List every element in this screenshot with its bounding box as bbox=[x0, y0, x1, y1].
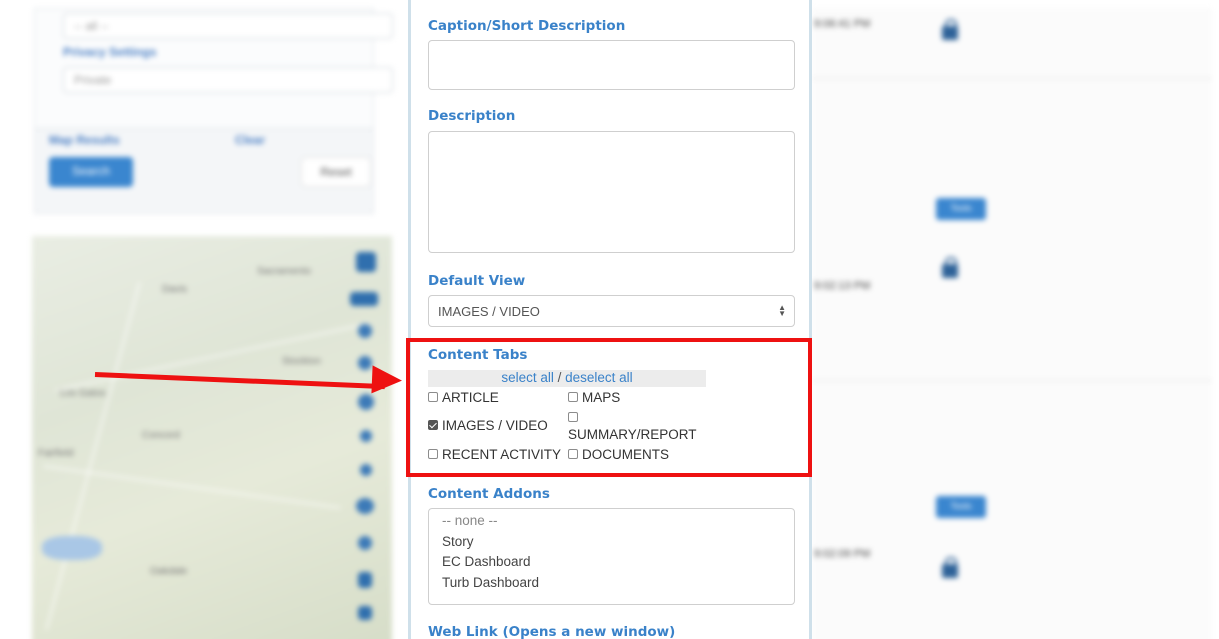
content-addons-listbox[interactable]: -- none -- Story EC Dashboard Turb Dashb… bbox=[428, 508, 795, 605]
annotation-arrow-head-icon bbox=[371, 365, 403, 395]
map-view[interactable]: Sacramento Davis Los Gatos Fairfield Con… bbox=[32, 236, 392, 639]
result-time: 9:06:41 PM bbox=[814, 18, 871, 30]
search-filter-panel: -- all -- Privacy Settings Private Map R… bbox=[34, 8, 393, 214]
map-road bbox=[43, 465, 341, 509]
cloud-icon[interactable] bbox=[356, 498, 374, 514]
trash-icon[interactable] bbox=[358, 572, 372, 588]
caption-label: Caption/Short Description bbox=[428, 18, 626, 34]
lock-icon bbox=[942, 19, 958, 40]
map-lake bbox=[42, 536, 102, 560]
listbox-option[interactable]: -- none -- bbox=[442, 513, 781, 534]
power-icon[interactable] bbox=[358, 536, 372, 550]
listbox-option[interactable]: Story bbox=[442, 534, 781, 555]
map-town-label: Fairfield bbox=[38, 448, 74, 459]
lock-icon bbox=[942, 257, 958, 278]
edit-content-form: Caption/Short Description Description De… bbox=[408, 0, 812, 639]
tools-badge[interactable]: Tools bbox=[936, 496, 986, 518]
default-view-label: Default View bbox=[428, 273, 526, 289]
content-addons-label: Content Addons bbox=[428, 486, 550, 502]
map-town-label: Sacramento bbox=[257, 266, 311, 277]
draw-line-icon[interactable] bbox=[360, 430, 372, 442]
privacy-select[interactable]: Private bbox=[63, 67, 393, 93]
map-results-label: Map Results bbox=[49, 133, 120, 147]
divider bbox=[812, 380, 1212, 381]
map-town-label: Concord bbox=[142, 430, 180, 441]
reset-button[interactable]: Reset bbox=[301, 157, 371, 187]
search-button[interactable]: Search bbox=[49, 157, 133, 187]
content-tabs-highlight-box bbox=[406, 338, 812, 477]
map-town-label: Stockton bbox=[282, 356, 321, 367]
map-town-label: Los Gatos bbox=[60, 388, 106, 399]
description-textarea[interactable] bbox=[428, 131, 795, 253]
results-list: 9:06:41 PM Tools 9:02:13 PM Tools 9:02:0… bbox=[812, 8, 1212, 639]
result-time: 9:02:09 PM bbox=[814, 548, 871, 560]
listbox-option[interactable]: Turb Dashboard bbox=[442, 575, 781, 596]
layer-toggle-icon[interactable] bbox=[350, 292, 378, 306]
zoom-in-icon[interactable] bbox=[358, 356, 372, 370]
map-town-label: Oakdale bbox=[150, 566, 188, 577]
privacy-settings-label: Privacy Settings bbox=[63, 45, 157, 59]
default-view-value: IMAGES / VIDEO bbox=[438, 304, 540, 319]
web-link-label: Web Link (Opens a new window) bbox=[428, 624, 676, 639]
pointer-icon[interactable] bbox=[358, 324, 372, 338]
clear-link[interactable]: Clear bbox=[235, 133, 265, 147]
close-icon[interactable] bbox=[358, 606, 372, 620]
filter-select[interactable]: -- all -- bbox=[63, 13, 393, 39]
divider bbox=[812, 78, 1212, 79]
caption-textarea[interactable] bbox=[428, 40, 795, 90]
map-results-checkbox[interactable]: Map Results bbox=[49, 133, 120, 147]
description-label: Description bbox=[428, 108, 516, 124]
listbox-option[interactable]: EC Dashboard bbox=[442, 554, 781, 575]
default-view-select[interactable]: IMAGES / VIDEO ▲ ▼ bbox=[428, 295, 795, 327]
select-arrows-icon: ▲ ▼ bbox=[778, 303, 786, 318]
pencil-icon[interactable] bbox=[360, 464, 372, 476]
result-time: 9:02:13 PM bbox=[814, 280, 871, 292]
map-town-label: Davis bbox=[162, 284, 188, 295]
lock-icon bbox=[942, 557, 958, 578]
tools-badge[interactable]: Tools bbox=[936, 198, 986, 220]
fullscreen-icon[interactable] bbox=[356, 252, 376, 272]
zoom-out-icon[interactable] bbox=[358, 394, 374, 410]
